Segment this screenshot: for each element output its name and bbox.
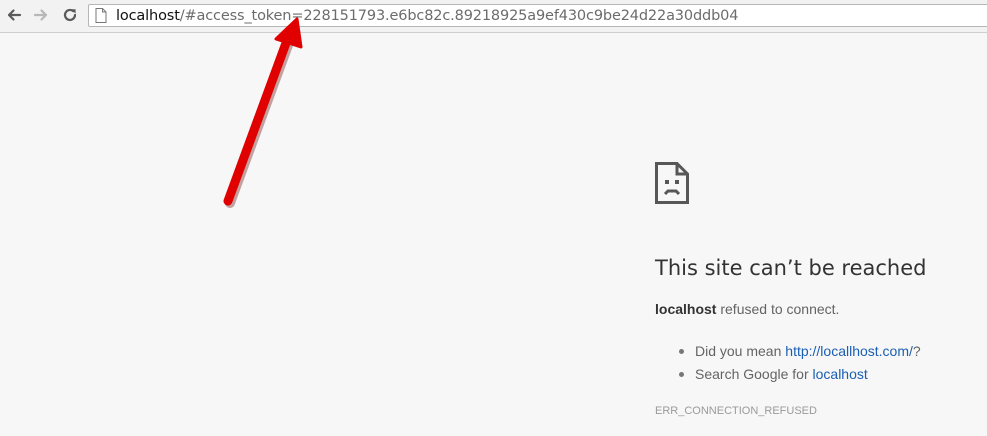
search-google-link[interactable]: localhost [813, 366, 868, 382]
sad-page-icon [655, 162, 689, 204]
page-icon [95, 8, 107, 23]
error-title: This site can’t be reached [655, 256, 927, 280]
error-code: ERR_CONNECTION_REFUSED [655, 405, 817, 417]
suggestion-text: Did you mean [695, 343, 786, 359]
suggested-url-link[interactable]: http://locallhost.com/ [785, 343, 913, 359]
suggestion-search-google: Search Google for localhost [677, 363, 921, 386]
address-bar[interactable]: localhost/#access_token=228151793.e6bc82… [88, 4, 987, 27]
arrow-shaft [223, 38, 291, 206]
error-message: localhost refused to connect. [655, 300, 839, 319]
suggestion-suffix: ? [912, 343, 921, 359]
error-host: localhost [655, 301, 717, 317]
browser-toolbar: localhost/#access_token=228151793.e6bc82… [0, 0, 987, 33]
forward-arrow-icon [33, 9, 48, 21]
forward-button[interactable] [31, 5, 51, 25]
error-message-text: refused to connect. [720, 301, 840, 317]
reload-button[interactable] [60, 5, 80, 25]
back-arrow-icon [7, 9, 22, 21]
suggestions-list: Did you mean http://locallhost.com/? Sea… [677, 340, 921, 386]
url-text: localhost/#access_token=228151793.e6bc82… [116, 7, 738, 25]
url-host: localhost [116, 8, 180, 24]
back-button[interactable] [4, 5, 24, 25]
reload-icon [63, 8, 77, 22]
suggestion-text: Search Google for [695, 366, 813, 382]
suggestion-did-you-mean: Did you mean http://locallhost.com/? [677, 340, 921, 363]
url-path: /#access_token=228151793.e6bc82c.8921892… [179, 8, 739, 24]
